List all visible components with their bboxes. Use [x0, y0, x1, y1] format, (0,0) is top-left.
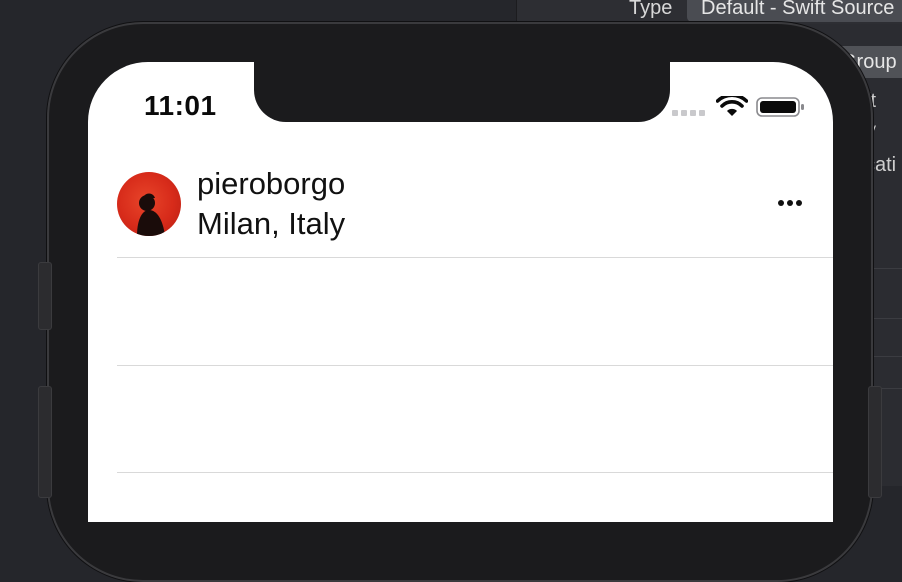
wifi-icon [716, 96, 748, 116]
avatar[interactable] [117, 172, 181, 236]
side-power-button [868, 386, 882, 498]
inspector-type-label: Type [629, 0, 673, 19]
row-divider [117, 365, 833, 366]
device-notch [254, 56, 670, 122]
volume-down-button [38, 386, 52, 498]
inspector-type-dropdown[interactable]: Default - Swift Source [687, 0, 902, 22]
inspector-type-row: Type Default - Swift Source [517, 0, 902, 24]
device-screen [88, 62, 833, 522]
person-silhouette-icon [137, 193, 165, 236]
post-location[interactable]: Milan, Italy [197, 206, 345, 242]
ellipsis-icon[interactable] [776, 200, 806, 208]
battery-icon [756, 97, 804, 117]
post-username[interactable]: pieroborgo [197, 166, 345, 202]
volume-up-button [38, 262, 52, 330]
cellular-signal-icon [672, 110, 706, 118]
row-divider [117, 472, 833, 473]
status-time: 11:01 [144, 90, 217, 121]
header-divider [117, 257, 833, 258]
